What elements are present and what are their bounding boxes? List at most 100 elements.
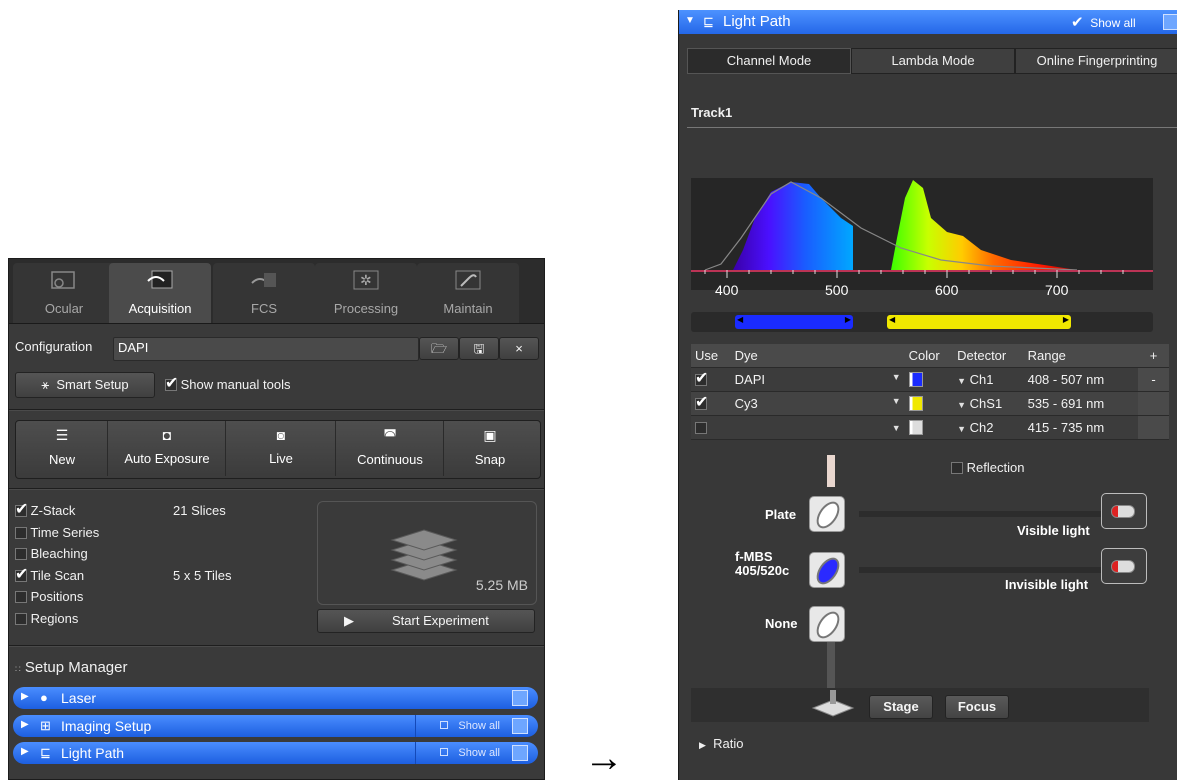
tab-ocular[interactable]: Ocular (13, 263, 115, 323)
focus-button[interactable]: Focus (945, 695, 1009, 719)
fmbs-mirror-button[interactable] (809, 552, 845, 589)
option-label: Positions (30, 589, 84, 604)
configuration-field[interactable]: DAPI (113, 337, 419, 361)
use-checkbox[interactable] (695, 368, 708, 388)
checkbox-icon (440, 720, 449, 729)
chevron-down-icon[interactable]: ▼ (892, 396, 901, 406)
tool-light-path[interactable]: ▶ ⊑ Light Path Show all (13, 742, 538, 764)
tab-processing[interactable]: ✲ Processing (315, 263, 417, 323)
show-manual-tools-checkbox[interactable]: Show manual tools (165, 373, 290, 393)
fmbs-label: f-MBS 405/520c (735, 549, 790, 578)
light-path-line (859, 567, 1103, 573)
expand-icon[interactable] (1163, 14, 1177, 30)
show-all-toggle[interactable]: Show all (440, 747, 500, 759)
add-channel-button[interactable]: + (1138, 344, 1169, 368)
tab-channel-mode[interactable]: Channel Mode (687, 48, 851, 74)
col-use: Use (691, 344, 731, 368)
show-all-toggle[interactable]: ✔ Show all (1071, 13, 1136, 31)
snap-icon: ▣ (483, 427, 497, 443)
wavelength-axis (691, 270, 1153, 278)
invisible-light-button[interactable] (1101, 548, 1147, 584)
lamp-icon (1111, 505, 1135, 518)
tool-label: Light Path (61, 745, 125, 761)
delete-config-button[interactable]: × (499, 337, 539, 360)
light-path-header[interactable]: ▼ ⊑ Light Path ✔ Show all (679, 10, 1177, 34)
track-label: Track1 (691, 105, 733, 120)
grip-icon: ∷ (15, 664, 21, 674)
expand-window-icon[interactable] (512, 690, 528, 706)
beam-segment (827, 640, 835, 688)
tab-fcs[interactable]: FCS (213, 263, 315, 323)
color-swatch[interactable] (908, 372, 923, 387)
table-row[interactable]: DAPI ▼ ▼ Ch1 408 - 507 nm - (691, 367, 1169, 392)
setup-manager-title: Setup Manager (24, 659, 128, 676)
none-mirror-button[interactable] (809, 606, 845, 643)
maintain-icon (455, 270, 481, 290)
tab-maintain[interactable]: Maintain (417, 263, 519, 323)
tab-acquisition[interactable]: Acquisition (109, 263, 211, 323)
collapse-arrow-icon: ▼ (685, 15, 695, 26)
tab-label: FCS (251, 301, 277, 316)
mirror-icon (812, 607, 844, 643)
channel-table: Use Dye Color Detector Range + DAPI ▼ ▼ C… (691, 344, 1169, 440)
option-regions[interactable]: Regions (15, 611, 305, 626)
show-all-toggle[interactable]: Show all (440, 720, 500, 732)
option-time-series[interactable]: Time Series (15, 525, 305, 540)
open-config-button[interactable]: 🗁 (419, 337, 459, 360)
option-positions[interactable]: Positions (15, 589, 305, 604)
tab-online-fingerprinting[interactable]: Online Fingerprinting (1015, 48, 1177, 74)
invisible-light-label: Invisible light (1005, 577, 1089, 592)
checkbox-icon (951, 462, 963, 474)
use-checkbox[interactable] (695, 422, 707, 434)
detector-name: Ch1 (969, 372, 994, 387)
option-detail: 5 x 5 Tiles (173, 567, 232, 583)
option-label: Bleaching (30, 546, 88, 561)
option-tile-scan[interactable]: Tile Scan 5 x 5 Tiles (15, 564, 305, 584)
option-label: Z-Stack (30, 503, 76, 518)
reflection-checkbox[interactable]: Reflection (951, 460, 1024, 475)
tool-laser[interactable]: ▶ ● Laser (13, 687, 538, 709)
ch1-range-slider[interactable]: ◀ ▶ (735, 315, 853, 329)
fcs-icon (251, 273, 276, 287)
svg-text:✲: ✲ (360, 272, 372, 288)
action-snap-button[interactable]: ▣ Snap (443, 421, 536, 476)
chevron-down-icon[interactable]: ▼ (957, 376, 966, 386)
action-auto-exposure-button[interactable]: ◘ Auto Exposure (107, 421, 226, 476)
color-swatch[interactable] (908, 420, 923, 435)
smart-setup-button[interactable]: ⚹ Smart Setup (15, 372, 155, 398)
option-z-stack[interactable]: Z-Stack 21 Slices (15, 499, 305, 519)
expand-window-icon[interactable] (512, 745, 528, 761)
chevron-down-icon[interactable]: ▼ (892, 423, 901, 433)
setup-manager-header[interactable]: ∷ Setup Manager (15, 659, 127, 676)
action-new-button[interactable]: ☰ New (17, 421, 107, 476)
expand-window-icon[interactable] (512, 717, 528, 734)
camera-icon: ◘ (162, 427, 172, 443)
check-icon: ✔ (1071, 14, 1084, 31)
chevron-down-icon[interactable]: ▼ (892, 372, 901, 382)
ratio-section[interactable]: ▶ Ratio (699, 736, 744, 751)
tool-label: Laser (61, 690, 97, 706)
table-row[interactable]: ▼ ▼ Ch2 415 - 735 nm (691, 415, 1169, 440)
action-live-button[interactable]: ◙ Live (225, 421, 336, 476)
table-row[interactable]: Cy3 ▼ ▼ ChS1 535 - 691 nm (691, 391, 1169, 416)
tab-lambda-mode[interactable]: Lambda Mode (851, 48, 1015, 74)
save-config-button[interactable]: 🖫 (459, 337, 499, 360)
chs1-range-slider[interactable]: ◀ ▶ (887, 315, 1071, 329)
remove-channel-button[interactable]: - (1138, 367, 1169, 392)
acquisition-panel: Ocular Acquisition FCS ✲ Processing Main… (8, 258, 545, 780)
new-icon: ☰ (55, 427, 69, 443)
color-swatch[interactable] (908, 396, 923, 411)
play-icon: ▶ (344, 613, 354, 628)
action-label: Continuous (357, 452, 423, 467)
use-checkbox[interactable] (695, 392, 708, 412)
start-experiment-button[interactable]: ▶ Start Experiment (317, 609, 535, 633)
chevron-down-icon[interactable]: ▼ (957, 424, 966, 434)
option-label: Tile Scan (30, 567, 85, 583)
plate-mirror-button[interactable] (809, 496, 845, 533)
visible-light-button[interactable] (1101, 493, 1147, 529)
action-continuous-button[interactable]: ◚ Continuous (335, 421, 444, 476)
chevron-down-icon[interactable]: ▼ (957, 400, 966, 410)
option-bleaching[interactable]: Bleaching (15, 546, 305, 561)
stage-button[interactable]: Stage (869, 695, 933, 719)
tool-imaging-setup[interactable]: ▶ ⊞ Imaging Setup Show all (13, 714, 538, 737)
